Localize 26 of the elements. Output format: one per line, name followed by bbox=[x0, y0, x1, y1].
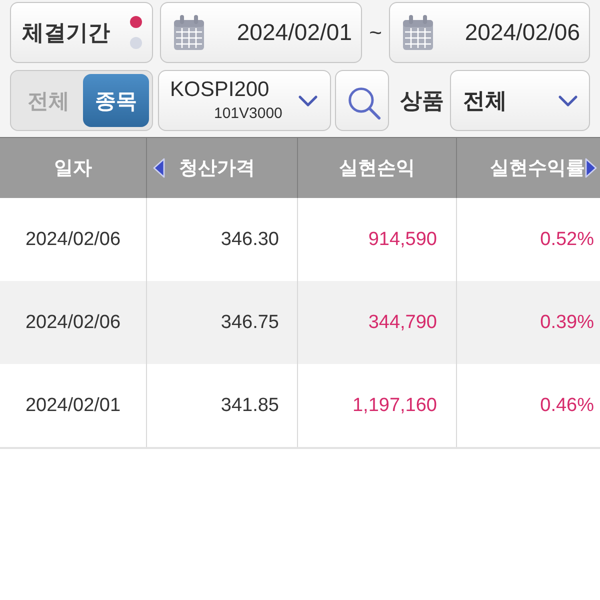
column-header: 실현손익 bbox=[339, 157, 415, 181]
chevron-down-icon bbox=[298, 94, 318, 106]
calendar-icon bbox=[402, 14, 434, 50]
calendar-icon bbox=[173, 14, 205, 50]
search-button[interactable] bbox=[335, 70, 389, 131]
chevron-down-icon bbox=[558, 94, 578, 106]
table-cell-text: 0.52% bbox=[539, 228, 595, 252]
scroll-right-icon[interactable] bbox=[585, 158, 597, 178]
date-field[interactable]: 2024/02/01 bbox=[160, 2, 362, 63]
range-separator: ~ bbox=[368, 20, 383, 46]
date-field[interactable]: 2024/02/06 bbox=[389, 2, 590, 63]
product-label: 상품 bbox=[400, 86, 444, 114]
column-header: 청산가격 bbox=[179, 157, 255, 181]
table-cell: 1,197,160 bbox=[298, 364, 457, 447]
period-button[interactable]: 체결기간 bbox=[10, 2, 153, 63]
scope-tab[interactable]: 종목 bbox=[83, 74, 149, 127]
symbol-dropdown[interactable]: KOSPI200 101V3000 bbox=[158, 70, 331, 131]
table-cell-text: 0.46% bbox=[539, 394, 595, 418]
table-cell-text: 0.39% bbox=[539, 310, 595, 334]
search-icon bbox=[347, 86, 381, 120]
scroll-left-icon[interactable] bbox=[153, 158, 165, 178]
column-header: 실현수익률 bbox=[490, 157, 585, 181]
table-cell: 341.85 bbox=[147, 364, 298, 447]
column-header: 일자 bbox=[54, 157, 92, 181]
table-cell: 2024/02/01 bbox=[0, 364, 147, 447]
product-dropdown[interactable]: 전체 bbox=[450, 70, 590, 131]
